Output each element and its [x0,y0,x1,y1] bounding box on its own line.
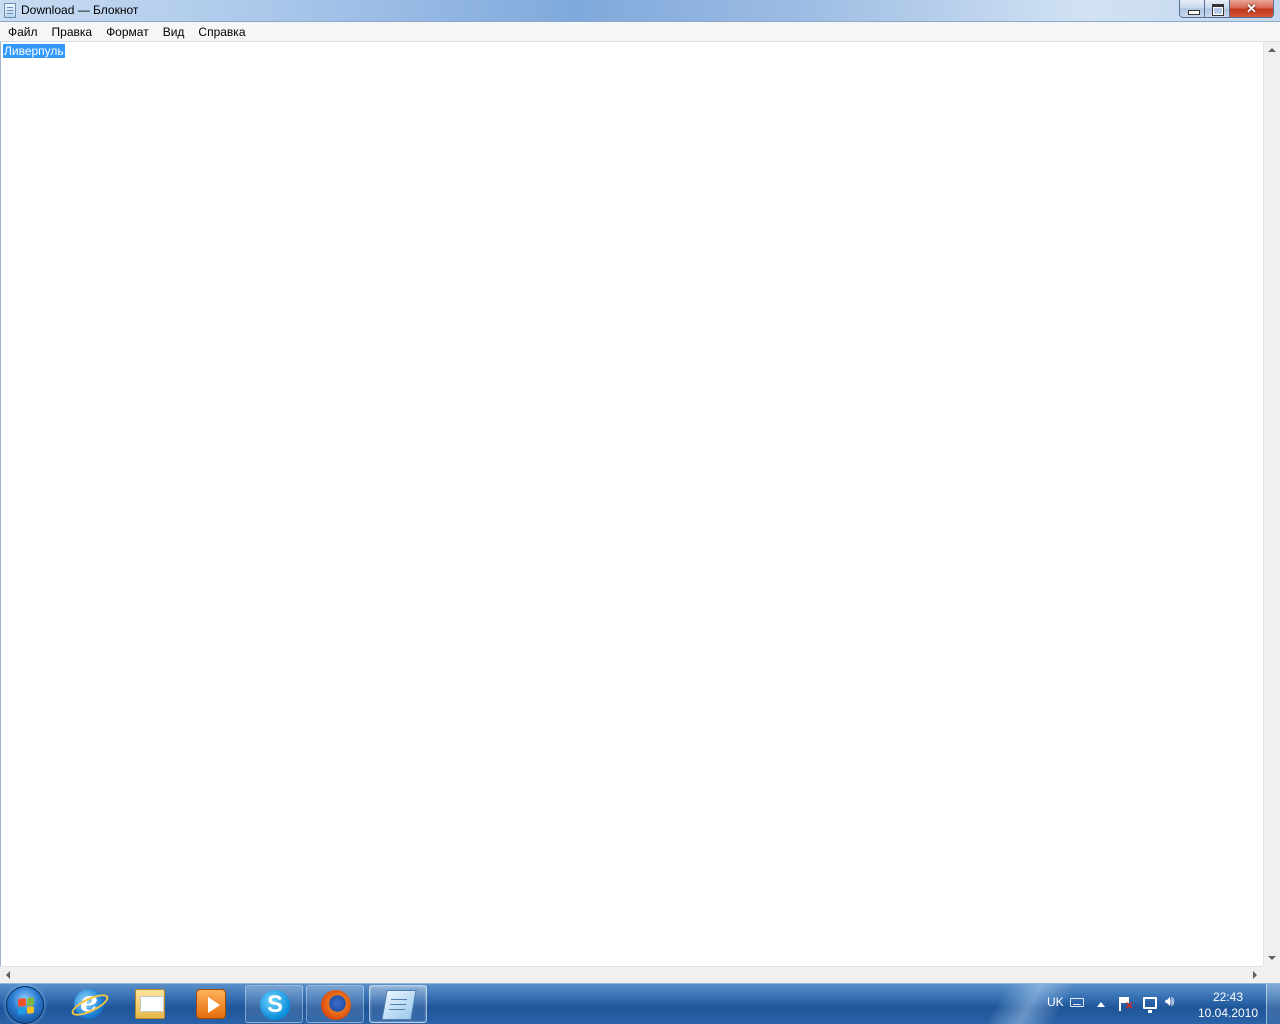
menu-help[interactable]: Справка [191,22,252,42]
menu-bar: Файл Правка Формат Вид Справка [0,22,1280,42]
scroll-right-icon[interactable] [1253,971,1257,979]
horizontal-scrollbar[interactable] [0,966,1263,983]
menu-format[interactable]: Формат [99,22,156,42]
start-button[interactable] [6,986,44,1024]
menu-file[interactable]: Файл [1,22,45,42]
keyboard-icon[interactable] [1070,998,1084,1007]
title-bar[interactable]: Download — Блокнот ✕ [0,0,1280,22]
menu-edit[interactable]: Правка [45,22,100,42]
taskbar-notepad-button[interactable] [369,985,427,1023]
minimize-button[interactable] [1179,0,1205,18]
windows-logo-icon [18,997,34,1015]
show-hidden-icons-icon[interactable] [1097,1002,1105,1007]
folder-icon [135,989,165,1019]
show-desktop-button[interactable] [1266,984,1280,1024]
clock[interactable]: 22:43 10.04.2010 [1190,989,1266,1021]
clock-time: 22:43 [1212,990,1244,1004]
media-player-icon [196,989,226,1019]
selected-text[interactable]: Ливерпуль [3,44,65,58]
window-controls: ✕ [1179,0,1274,18]
restore-button[interactable] [1205,0,1230,18]
scroll-corner [1263,966,1280,983]
window-title: Download — Блокнот [21,3,139,17]
taskbar-explorer-button[interactable] [121,985,179,1023]
scroll-down-icon[interactable] [1268,956,1276,960]
text-editor[interactable]: Ливерпуль [0,42,1263,966]
notepad-icon [381,990,417,1020]
skype-icon [260,990,290,1020]
network-icon[interactable] [1143,997,1157,1013]
notepad-icon[interactable] [4,3,16,18]
clock-date: 10.04.2010 [1197,1006,1259,1020]
taskbar: UK 🔊︎ 22:43 10.04.2010 [0,983,1280,1024]
action-center-flag-icon[interactable] [1119,997,1133,1012]
menu-view[interactable]: Вид [156,22,192,42]
ie-icon [74,985,104,1019]
language-indicator[interactable]: UK [1047,995,1064,1009]
taskbar-firefox-button[interactable] [306,985,364,1023]
taskbar-ie-button[interactable] [60,985,118,1023]
firefox-icon [321,990,351,1020]
taskbar-skype-button[interactable] [245,985,303,1023]
volume-icon[interactable]: 🔊︎ [1165,993,1174,1010]
close-icon: ✕ [1246,1,1257,16]
close-button[interactable]: ✕ [1230,0,1274,18]
vertical-scrollbar[interactable] [1263,42,1280,966]
scroll-left-icon[interactable] [6,971,10,979]
taskbar-media-player-button[interactable] [182,985,240,1023]
scroll-up-icon[interactable] [1268,48,1276,52]
